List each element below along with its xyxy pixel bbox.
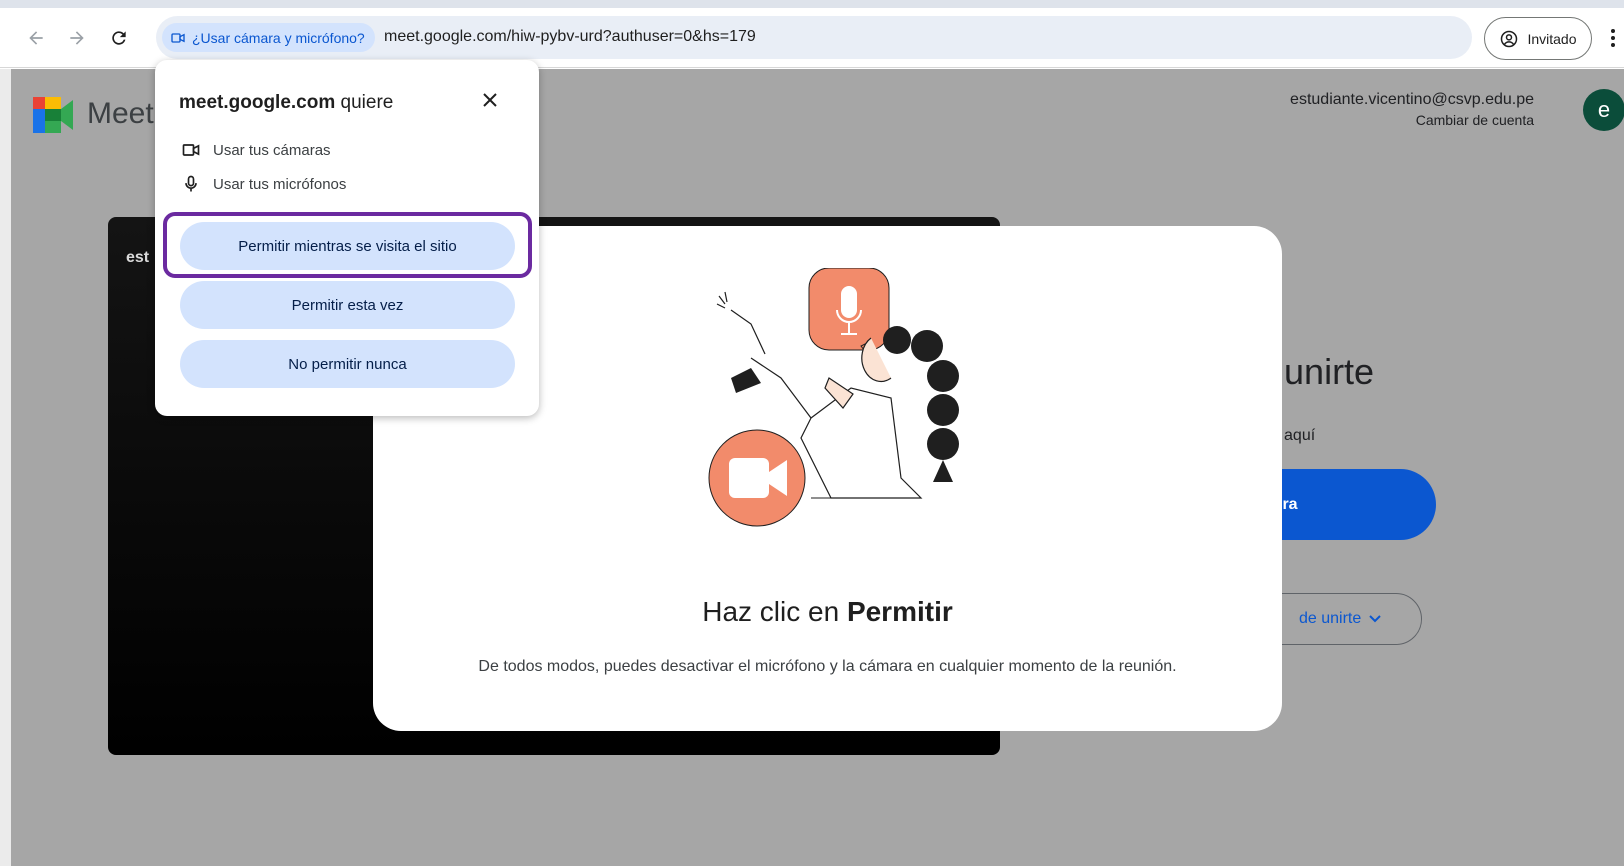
meet-logo-icon xyxy=(33,97,73,133)
popup-heading: meet.google.com quiere xyxy=(179,92,393,114)
browser-menu-button[interactable] xyxy=(1606,24,1620,52)
browser-toolbar: ¿Usar cámara y micrófono? meet.google.co… xyxy=(0,8,1624,68)
allow-permissions-illustration xyxy=(708,268,959,527)
close-icon xyxy=(483,93,497,107)
permission-camera-label: Usar tus cámaras xyxy=(213,141,331,159)
back-arrow-icon xyxy=(29,31,43,45)
other-join-label: de unirte xyxy=(1299,610,1362,627)
permission-microphone: Usar tus micrófonos xyxy=(181,174,346,194)
avatar[interactable]: e xyxy=(1583,89,1624,131)
more-vert-icon xyxy=(1611,29,1615,47)
dialog-title-prefix: Haz clic en xyxy=(702,596,847,627)
tab-strip xyxy=(0,0,1624,8)
microphone-icon xyxy=(185,175,197,192)
never-allow-button[interactable]: No permitir nunca xyxy=(180,340,515,388)
camera-icon xyxy=(171,32,185,43)
switch-account-link[interactable]: Cambiar de cuenta xyxy=(1290,112,1534,128)
address-bar[interactable]: ¿Usar cámara y micrófono? meet.google.co… xyxy=(156,16,1472,59)
app-name: Meet xyxy=(87,97,154,130)
preview-name-label: est xyxy=(126,249,150,266)
profile-button[interactable]: Invitado xyxy=(1484,17,1592,60)
popup-wants: quiere xyxy=(335,92,394,113)
account-email: estudiante.vicentino@csvp.edu.pe xyxy=(1290,91,1534,108)
reload-button[interactable] xyxy=(105,24,133,52)
side-margin xyxy=(0,69,11,866)
popup-close-button[interactable] xyxy=(475,85,505,115)
popup-site: meet.google.com xyxy=(179,92,336,113)
dialog-title: Haz clic en Permitir xyxy=(373,596,1282,628)
reload-icon xyxy=(112,31,126,45)
forward-arrow-icon xyxy=(70,31,84,45)
chevron-down-icon xyxy=(1369,615,1381,623)
account-info: estudiante.vicentino@csvp.edu.pe Cambiar… xyxy=(1290,91,1534,128)
permission-chip-label: ¿Usar cámara y micrófono? xyxy=(192,29,365,46)
permission-chip[interactable]: ¿Usar cámara y micrófono? xyxy=(162,23,375,52)
dialog-title-bold: Permitir xyxy=(846,596,953,627)
dialog-body: De todos modos, puedes desactivar el mic… xyxy=(478,658,1177,675)
allow-this-time-button[interactable]: Permitir esta vez xyxy=(180,281,515,329)
allow-while-visiting-button[interactable]: Permitir mientras se visita el sitio xyxy=(180,222,515,270)
permission-microphone-label: Usar tus micrófonos xyxy=(213,175,347,193)
back-button[interactable] xyxy=(22,24,50,52)
profile-label: Invitado xyxy=(1527,30,1577,47)
camera-icon xyxy=(182,144,200,156)
guest-profile-icon xyxy=(1501,30,1518,47)
permission-popup: meet.google.com quiere Usar tus cámaras … xyxy=(155,60,539,416)
url-text: meet.google.com/hiw-pybv-urd?authuser=0&… xyxy=(384,28,756,45)
permission-camera: Usar tus cámaras xyxy=(181,140,331,160)
forward-button[interactable] xyxy=(63,24,91,52)
